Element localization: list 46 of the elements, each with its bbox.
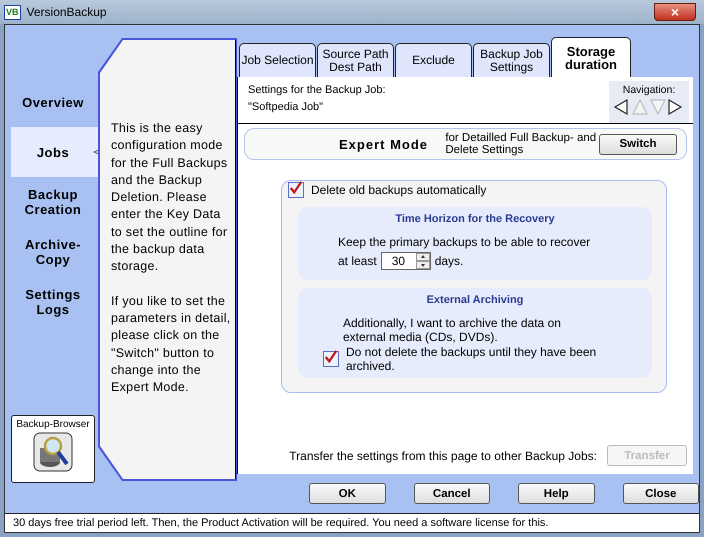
close-button[interactable]: × (654, 3, 696, 21)
tab[interactable]: Storage duration (551, 37, 631, 77)
prefix-label: at least (338, 254, 377, 268)
job-caption: Settings for the Backup Job: (248, 84, 386, 96)
checkbox-label: Delete old backups automatically (311, 183, 486, 197)
transfer-label: Transfer the settings from this page to other Backup Jobs: (289, 448, 597, 462)
job-name: "Softpedia Job" (248, 101, 324, 113)
help-text: If you like to set the parameters in detail, please click on the "Switch" button to change into the Expert Mode. (111, 292, 231, 396)
tab[interactable]: Source Path Dest Path (317, 43, 394, 77)
up-icon[interactable] (416, 253, 430, 261)
section-title: External Archiving (426, 294, 524, 306)
dialog-button[interactable]: Cancel (414, 483, 490, 504)
switch-button[interactable]: Switch (599, 134, 678, 154)
expert-mode-title: Expert Mode (339, 136, 430, 152)
sidebar-item[interactable]: Overview (11, 77, 99, 127)
checkbox[interactable] (288, 182, 304, 198)
sidebar-item[interactable]: Jobs (11, 127, 99, 177)
check-icon (324, 349, 338, 365)
section-title: Time Horizon for the Recovery (395, 213, 555, 225)
navigation-label: Navigation: (622, 84, 676, 96)
help-text: This is the easy configuration mode for the Full Backups and the Backup Deletion. Please enter the Key Data to set the outline for the backup data storage. (111, 120, 228, 276)
sidebar-item[interactable]: Backup Creation (11, 177, 99, 227)
section-text: Additionally, I want to archive the data on external media (CDs, DVDs). (343, 316, 562, 344)
section-text: Keep the primary backups to be able to recover (338, 235, 592, 249)
dialog-button[interactable]: Close (622, 483, 699, 504)
tab[interactable]: Job Selection (239, 43, 316, 77)
status-bar: 30 days free trial period left. Then, the Product Activation will be required. You need a software license for this. (5, 513, 699, 532)
days-spinner[interactable]: 30 (380, 252, 431, 270)
tab[interactable]: Backup Job Settings (473, 43, 550, 77)
sidebar-item[interactable]: Archive-Copy (11, 227, 99, 277)
window-title: VersionBackup (26, 5, 107, 19)
right-arrow-icon[interactable] (668, 99, 684, 115)
magnifier-icon (33, 432, 73, 472)
checkbox[interactable] (323, 351, 339, 367)
backup-browser-button[interactable]: Backup-Browser (11, 415, 95, 483)
tab[interactable]: Exclude (395, 43, 472, 77)
expert-mode-description: for Detailled Full Backup- and Delete Settings (445, 132, 598, 156)
dialog-button[interactable]: Help (518, 483, 594, 504)
dialog-button[interactable]: OK (309, 483, 386, 504)
left-arrow-icon[interactable] (614, 99, 630, 115)
suffix-label: days. (434, 254, 464, 268)
app-icon: VB (4, 4, 21, 20)
check-icon (289, 180, 303, 196)
sidebar-item[interactable]: Settings Logs (11, 277, 99, 327)
checkbox-label: Do not delete the backups until they have been archived. (346, 345, 598, 373)
down-icon[interactable] (416, 261, 430, 269)
